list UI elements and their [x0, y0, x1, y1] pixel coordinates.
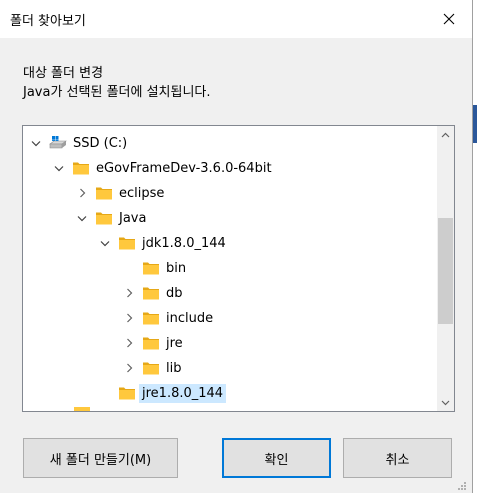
folder-tree[interactable]: SSD (C:) eGovFrameDev-3.6.0-64bit eclipse J… [22, 125, 455, 412]
tree-item-label: eclipse [119, 185, 165, 201]
cancel-button[interactable]: 취소 [343, 438, 452, 478]
tree-item[interactable]: jdk1.8.0_144 [97, 231, 229, 255]
tree-item-label: db [166, 285, 183, 301]
scroll-up-button[interactable] [437, 126, 454, 143]
tree-item-icon [94, 206, 114, 230]
tree-expander[interactable] [74, 181, 90, 205]
chevron-right-icon [126, 363, 132, 373]
scroll-down-button[interactable] [437, 394, 454, 411]
scrollbar-thumb[interactable] [438, 218, 453, 324]
folder-icon [143, 262, 159, 275]
tree-item[interactable]: db [121, 281, 186, 305]
tree-item-label: bin [166, 260, 187, 276]
tree-item[interactable]: bin [121, 256, 189, 280]
close-button[interactable] [426, 0, 472, 38]
close-icon [443, 13, 455, 25]
tree-expander[interactable] [74, 206, 90, 230]
tree-expander [121, 256, 137, 280]
tree-item[interactable]: include [121, 306, 216, 330]
folder-icon [96, 187, 112, 200]
tree-item[interactable]: Java [74, 206, 149, 230]
tree-item-icon [141, 356, 161, 380]
tree-item[interactable]: eclipse [74, 181, 167, 205]
new-folder-button[interactable]: 새 폴더 만들기(M) [23, 438, 178, 478]
chevron-down-icon [54, 165, 64, 171]
tree-item-label: jre1.8.0_144 [139, 383, 227, 403]
chevron-down-icon [100, 240, 110, 246]
background-window-edge [473, 0, 477, 493]
chevron-up-icon [441, 132, 450, 137]
tree-item-label: jdk1.8.0_144 [142, 235, 226, 251]
tree-item[interactable]: SSD (C:) [28, 131, 130, 155]
tree-expander[interactable] [121, 356, 137, 380]
tree-item-icon [117, 381, 137, 405]
description-text: Java가 선택된 폴더에 설치됩니다. [23, 85, 211, 100]
chevron-right-icon [126, 313, 132, 323]
chevron-right-icon [79, 188, 85, 198]
folder-icon [96, 212, 112, 225]
chevron-down-icon [77, 215, 87, 221]
folder-icon [119, 237, 135, 250]
chevron-right-icon [126, 288, 132, 298]
tree-item-label: SSD (C:) [73, 135, 128, 151]
drive-icon [49, 136, 67, 149]
tree-item[interactable]: lib [121, 356, 184, 380]
tree-item-label: Java [119, 210, 147, 226]
resize-grip-icon[interactable] [456, 480, 466, 490]
folder-icon [143, 312, 159, 325]
tree-item-icon [141, 256, 161, 280]
tree-item-label: eGovFrameDev-3.6.0-64bit [96, 160, 272, 176]
tree-expander[interactable] [28, 131, 44, 155]
tree-item[interactable]: eGovFrameDev-3.6.0-64bit [51, 156, 275, 180]
folder-icon [143, 362, 159, 375]
ok-button[interactable]: 확인 [222, 438, 331, 478]
tree-expander[interactable] [97, 231, 113, 255]
title-bar: 폴더 찾아보기 [0, 0, 472, 38]
tree-item-selected[interactable]: jre1.8.0_144 [97, 381, 227, 405]
tree-expander [97, 381, 113, 405]
tree-item-icon [48, 131, 68, 155]
folder-icon [74, 407, 90, 411]
tree-item-icon [71, 156, 91, 180]
description-heading: 대상 폴더 변경 [23, 66, 104, 81]
tree-expander[interactable] [121, 281, 137, 305]
chevron-down-icon [31, 140, 41, 146]
browse-folder-dialog: 폴더 찾아보기 대상 폴더 변경 Java가 선택된 폴더에 설치됩니다. SS… [0, 0, 473, 493]
tree-item-label: jre [166, 335, 183, 351]
chevron-right-icon [126, 338, 132, 348]
folder-icon [143, 287, 159, 300]
tree-expander[interactable] [121, 331, 137, 355]
vertical-scrollbar[interactable] [437, 126, 454, 411]
dialog-title: 폴더 찾아보기 [10, 14, 86, 29]
tree-item-label: lib [166, 360, 182, 376]
tree-item[interactable]: jre [121, 331, 186, 355]
tree-item-icon [94, 181, 114, 205]
chevron-down-icon [441, 400, 450, 405]
tree-expander[interactable] [121, 306, 137, 330]
tree-expander[interactable] [51, 156, 67, 180]
tree-item-icon [141, 281, 161, 305]
tree-item-icon [141, 306, 161, 330]
folder-icon [119, 387, 135, 400]
tree-item-icon [117, 231, 137, 255]
tree-item-icon [141, 331, 161, 355]
folder-icon [143, 337, 159, 350]
folder-icon [73, 162, 89, 175]
background-window-accent [473, 105, 477, 143]
tree-item-label: include [166, 310, 214, 326]
